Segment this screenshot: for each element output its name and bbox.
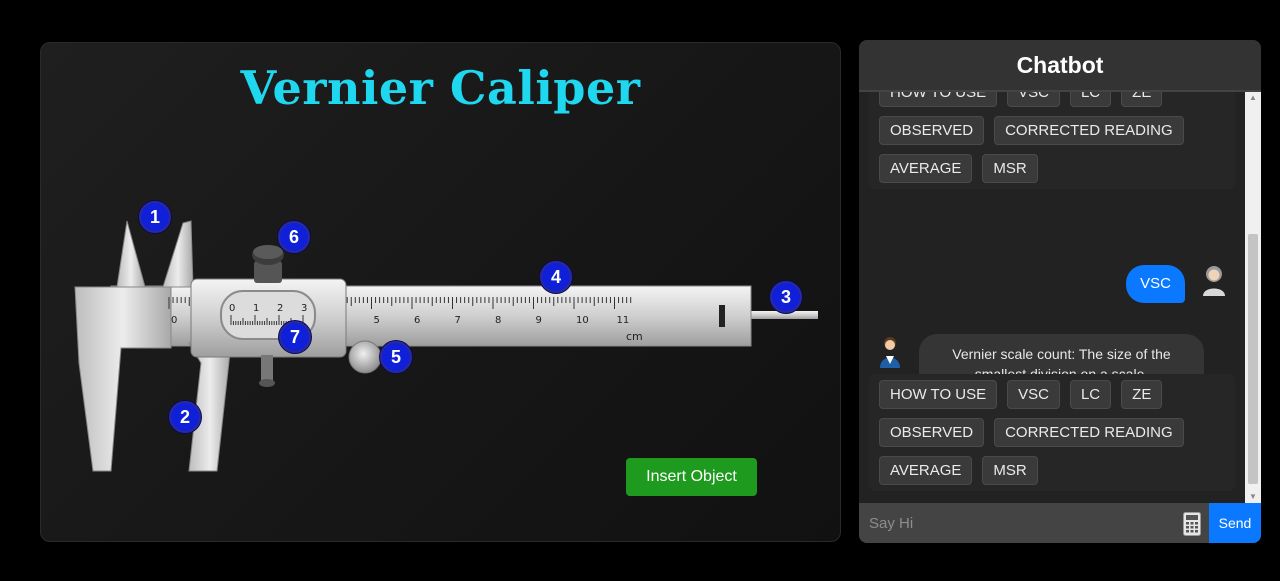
main-scale-number: 10 xyxy=(576,315,589,326)
main-scale-number: 9 xyxy=(536,315,542,326)
user-avatar-icon xyxy=(1203,266,1225,296)
option-average[interactable]: AVERAGE xyxy=(879,154,973,183)
bot-avatar-icon xyxy=(880,337,900,368)
option-average[interactable]: AVERAGE xyxy=(879,456,973,485)
send-button[interactable]: Send xyxy=(1209,503,1261,543)
scale-unit-label: cm xyxy=(626,330,643,343)
main-scale-number: 0 xyxy=(171,315,177,326)
option-vsc[interactable]: VSC xyxy=(1007,92,1060,107)
marker-3[interactable]: 3 xyxy=(770,281,802,313)
option-ze[interactable]: ZE xyxy=(1121,380,1163,409)
chatbot-title: Chatbot xyxy=(859,40,1261,92)
vernier-scale-number: 1 xyxy=(253,303,259,314)
calculator-icon[interactable] xyxy=(1183,512,1201,536)
option-how-to-use[interactable]: HOW TO USE xyxy=(879,380,998,409)
option-vsc[interactable]: VSC xyxy=(1007,380,1060,409)
main-scale-number: 7 xyxy=(455,315,461,326)
marker-6[interactable]: 6 xyxy=(278,221,310,253)
vernier-scale-number: 2 xyxy=(277,303,283,314)
chat-input[interactable] xyxy=(859,503,1179,543)
option-group-current: HOW TO USE VSC LC ZE OBSERVED CORRECTED … xyxy=(869,374,1235,491)
vernier-scale-number: 0 xyxy=(229,303,235,314)
simulation-panel: Vernier Caliper 0 5 6 7 8 9 10 11 cm 0 1… xyxy=(40,42,841,542)
vernier-scale-number: 3 xyxy=(301,303,307,314)
marker-7[interactable]: 7 xyxy=(279,321,311,353)
main-scale-number: 5 xyxy=(374,315,380,326)
main-scale-number: 6 xyxy=(414,315,420,326)
main-scale-number: 8 xyxy=(495,315,501,326)
main-scale-number: 11 xyxy=(617,315,630,326)
marker-1[interactable]: 1 xyxy=(139,201,171,233)
scrollbar-thumb[interactable] xyxy=(1248,234,1258,484)
option-corrected-reading[interactable]: CORRECTED READING xyxy=(994,116,1184,145)
scroll-up-arrow-icon[interactable]: ▲ xyxy=(1245,92,1261,104)
option-group-previous: HOW TO USE VSC LC ZE OBSERVED CORRECTED … xyxy=(869,92,1235,189)
option-corrected-reading[interactable]: CORRECTED READING xyxy=(994,418,1184,447)
chat-messages[interactable]: HOW TO USE VSC LC ZE OBSERVED CORRECTED … xyxy=(859,92,1245,503)
chatbot-panel: Chatbot HOW TO USE VSC LC ZE OBSERVED CO… xyxy=(859,40,1261,543)
option-how-to-use[interactable]: HOW TO USE xyxy=(879,92,998,107)
chat-scrollbar[interactable]: ▲ ▼ xyxy=(1245,92,1261,503)
option-msr[interactable]: MSR xyxy=(982,154,1038,183)
option-lc[interactable]: LC xyxy=(1069,380,1112,409)
option-ze[interactable]: ZE xyxy=(1121,92,1163,107)
marker-4[interactable]: 4 xyxy=(540,261,572,293)
scroll-down-arrow-icon[interactable]: ▼ xyxy=(1245,491,1261,503)
user-message: VSC xyxy=(1126,265,1185,303)
option-msr[interactable]: MSR xyxy=(982,456,1038,485)
insert-object-button[interactable]: Insert Object xyxy=(626,458,757,496)
option-observed[interactable]: OBSERVED xyxy=(879,116,985,145)
marker-5[interactable]: 5 xyxy=(380,341,412,373)
marker-2[interactable]: 2 xyxy=(169,401,201,433)
chat-input-bar: Send xyxy=(859,503,1261,543)
option-observed[interactable]: OBSERVED xyxy=(879,418,985,447)
option-lc[interactable]: LC xyxy=(1069,92,1112,107)
